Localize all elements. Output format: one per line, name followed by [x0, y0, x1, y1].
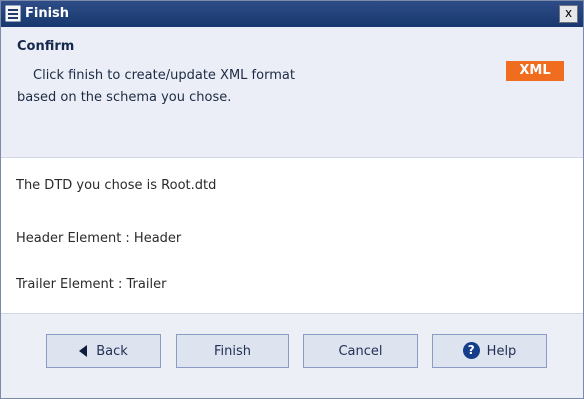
- window-title: Finish: [25, 6, 70, 21]
- back-label: Back: [96, 344, 128, 359]
- finish-button[interactable]: Finish: [176, 334, 289, 368]
- confirm-message-line-2: based on the schema you chose.: [17, 90, 232, 105]
- finish-dialog: Finish x Confirm Click finish to create/…: [0, 0, 584, 399]
- cancel-label: Cancel: [338, 344, 383, 359]
- confirm-message-line-1: Click finish to create/update XML format: [33, 68, 295, 83]
- app-document-icon: [5, 5, 21, 22]
- help-button[interactable]: ? Help: [432, 334, 547, 368]
- close-button[interactable]: x: [559, 5, 578, 23]
- confirm-message: Click finish to create/update XML format…: [17, 65, 467, 109]
- xml-badge: XML: [506, 61, 564, 81]
- header-element-info: Header Element : Header: [16, 231, 182, 246]
- help-label: Help: [486, 344, 517, 359]
- back-button[interactable]: Back: [46, 334, 161, 368]
- back-arrow-icon: [79, 344, 88, 357]
- finish-label: Finish: [213, 344, 251, 359]
- title-bar: Finish x: [1, 1, 583, 27]
- trailer-element-info: Trailer Element : Trailer: [16, 277, 167, 292]
- dtd-info: The DTD you chose is Root.dtd: [16, 178, 217, 193]
- close-icon: x: [564, 6, 573, 20]
- confirm-heading: Confirm: [17, 39, 75, 54]
- cancel-button[interactable]: Cancel: [303, 334, 418, 368]
- help-icon: ?: [462, 342, 480, 359]
